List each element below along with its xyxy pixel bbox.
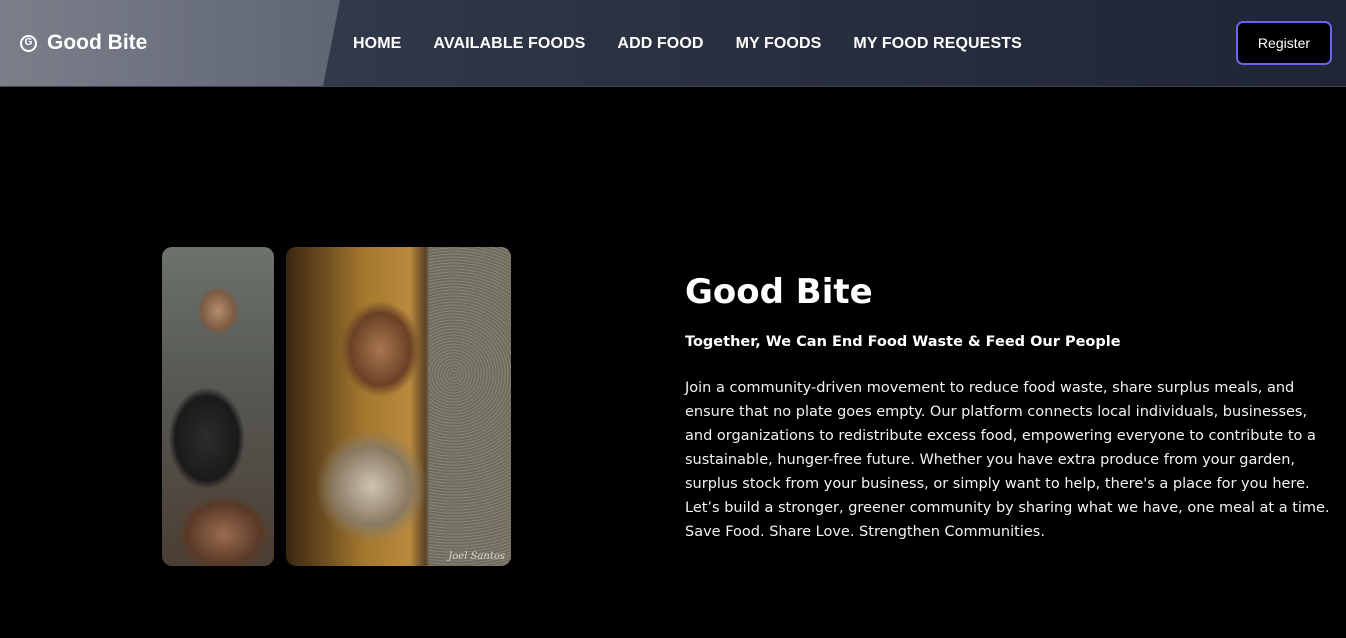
nav-item-home: HOME bbox=[353, 33, 401, 53]
nav-item-add-food: ADD FOOD bbox=[617, 33, 703, 53]
register-button[interactable]: Register bbox=[1236, 21, 1332, 65]
nav-link-add-food[interactable]: ADD FOOD bbox=[617, 35, 703, 52]
nav-links: HOME AVAILABLE FOODS ADD FOOD MY FOODS M… bbox=[353, 33, 1022, 53]
child-with-bowls-photo bbox=[162, 247, 274, 566]
hero-title: Good Bite bbox=[685, 272, 873, 312]
nav-link-my-foods[interactable]: MY FOODS bbox=[736, 35, 822, 52]
nav-link-home[interactable]: HOME bbox=[353, 35, 401, 52]
hero-subtitle: Together, We Can End Food Waste & Feed O… bbox=[685, 334, 1121, 350]
photographer-signature: Joel Santos bbox=[448, 551, 505, 562]
brand-name: Good Bite bbox=[47, 31, 148, 54]
navbar: G Good Bite HOME AVAILABLE FOODS ADD FOO… bbox=[0, 0, 1346, 87]
nav-item-my-foods: MY FOODS bbox=[736, 33, 822, 53]
nav-item-my-food-requests: MY FOOD REQUESTS bbox=[853, 33, 1021, 53]
hero-description: Join a community-driven movement to redu… bbox=[685, 380, 1330, 540]
child-behind-pillar-photo: Joel Santos bbox=[286, 247, 511, 566]
nav-item-available-foods: AVAILABLE FOODS bbox=[433, 33, 585, 53]
nav-link-my-food-requests[interactable]: MY FOOD REQUESTS bbox=[853, 35, 1021, 52]
brand-logo-icon: G bbox=[20, 34, 37, 52]
nav-link-available-foods[interactable]: AVAILABLE FOODS bbox=[433, 35, 585, 52]
brand-logo[interactable]: G Good Bite bbox=[20, 30, 147, 56]
stone-pillar bbox=[429, 247, 511, 566]
